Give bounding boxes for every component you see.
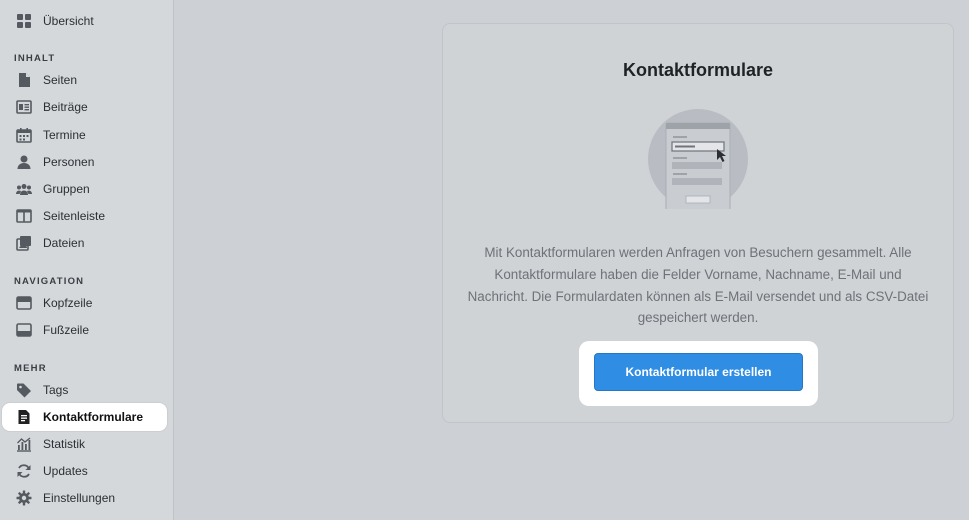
files-icon: [16, 235, 32, 251]
section-title-inhalt: INHALT: [14, 53, 56, 64]
posts-icon: [16, 99, 32, 115]
sidebar-item-personen[interactable]: Personen: [2, 148, 167, 176]
sidebar-item-seitenleiste[interactable]: Seitenleiste: [2, 202, 167, 230]
page-title: Kontaktformulare: [622, 60, 774, 80]
footer-icon: [16, 322, 32, 338]
section-title-navigation: NAVIGATION: [14, 276, 85, 287]
sidebar-item-label: Termine: [43, 128, 86, 142]
sidebar-item-tags[interactable]: Tags: [2, 376, 167, 404]
sidebar-item-dateien[interactable]: Dateien: [2, 229, 167, 257]
sidebar-item-updates[interactable]: Updates: [2, 457, 167, 485]
sidebar-item-kopfzeile[interactable]: Kopfzeile: [2, 289, 167, 317]
sidebar-item-label: Seiten: [43, 73, 78, 87]
header-icon: [16, 295, 32, 311]
form-document-icon: [16, 409, 32, 425]
sidebar: Übersicht INHALT Seiten Beiträge Termine…: [0, 0, 174, 520]
sidebar-item-label: Dateien: [43, 236, 85, 250]
sidebar-item-label: Kopfzeile: [43, 296, 93, 310]
sidebar-item-beitraege[interactable]: Beiträge: [2, 93, 167, 121]
tag-icon: [16, 382, 32, 398]
sidebar-item-label: Gruppen: [43, 182, 90, 196]
contact-form-illustration: [648, 109, 748, 214]
page-icon: [16, 72, 32, 88]
sidebar-item-label: Updates: [43, 464, 88, 478]
sidebar-item-label: Beiträge: [43, 100, 88, 114]
sidebar-item-label: Statistik: [43, 437, 86, 451]
refresh-icon: [16, 463, 32, 479]
gear-icon: [16, 490, 32, 506]
sidebar-item-statistik[interactable]: Statistik: [2, 430, 167, 458]
person-icon: [16, 154, 32, 170]
sidebar-item-fusszeile[interactable]: Fußzeile: [2, 316, 167, 344]
empty-state-description: Mit Kontaktformularen werden Anfragen vo…: [467, 245, 929, 326]
empty-state-card: Kontaktformulare Mit Kontaktformularen w…: [442, 23, 954, 423]
sidebar-item-gruppen[interactable]: Gruppen: [2, 175, 167, 203]
button-highlight: Kontaktformular erstellen: [579, 341, 818, 406]
sidebar-item-einstellungen[interactable]: Einstellungen: [2, 484, 167, 512]
sidebar-item-label: Fußzeile: [43, 323, 90, 337]
section-title-mehr: MEHR: [14, 363, 47, 374]
calendar-icon: [16, 127, 32, 143]
create-contact-form-button[interactable]: Kontaktformular erstellen: [594, 353, 803, 391]
sidebar-item-label: Übersicht: [43, 14, 94, 28]
sidebar-item-label: Kontaktformulare: [43, 410, 144, 424]
sidebar-item-termine[interactable]: Termine: [2, 121, 167, 149]
sidebar-item-kontaktformulare[interactable]: Kontaktformulare: [2, 403, 167, 431]
sidebar-item-seiten[interactable]: Seiten: [2, 66, 167, 94]
sidebar-layout-icon: [16, 208, 32, 224]
groups-icon: [16, 181, 32, 197]
sidebar-item-label: Personen: [43, 155, 95, 169]
dashboard-icon: [16, 13, 32, 29]
sidebar-item-label: Einstellungen: [43, 491, 116, 505]
sidebar-item-label: Tags: [43, 383, 69, 397]
sidebar-item-label: Seitenleiste: [43, 209, 106, 223]
sidebar-item-uebersicht[interactable]: Übersicht: [2, 7, 167, 35]
statistics-icon: [16, 436, 32, 452]
